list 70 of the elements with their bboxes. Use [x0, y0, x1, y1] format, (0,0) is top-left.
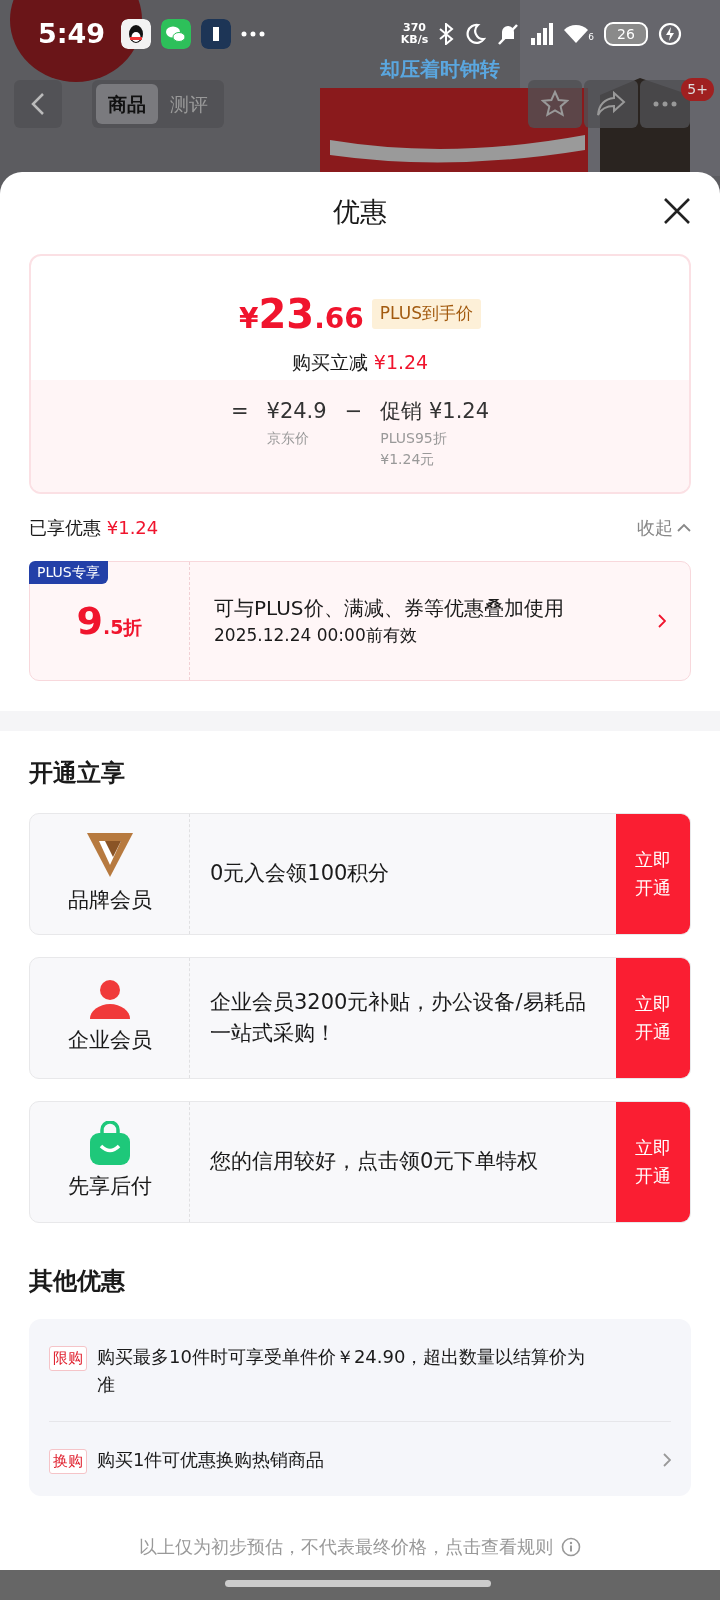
coupon-title: 可与PLUS价、满减、券等优惠叠加使用	[214, 595, 565, 623]
sheet-title: 优惠	[332, 195, 388, 229]
more-icon	[653, 101, 677, 107]
promo-amount: ¥1.24	[428, 399, 490, 423]
penguin-app-icon	[121, 19, 152, 49]
membership-offer: 您的信用较好，点击领0元下单特权	[210, 1148, 539, 1176]
base-price: ¥24.9	[266, 398, 327, 425]
more-notifications-icon	[241, 31, 266, 37]
plus-exclusive-tag: PLUS专享	[29, 561, 108, 584]
coupon-validity: 2025.12.24 00:00前有效	[214, 624, 418, 648]
battery-level: 26	[604, 22, 648, 46]
section-title: 其他优惠	[29, 1266, 126, 1297]
plus-price: ¥23.66	[239, 290, 364, 339]
shopping-bag-icon	[88, 1121, 131, 1166]
chevron-icon	[658, 614, 666, 628]
discount-value: 9.5折	[76, 597, 143, 645]
promo-label: 促销	[380, 399, 423, 423]
reduce-amount: ¥1.24	[373, 351, 429, 373]
more-button[interactable]	[640, 80, 690, 128]
activate-button[interactable]: 立即开通	[616, 1102, 690, 1222]
equals-sign: =	[230, 398, 249, 425]
chat-app-icon	[161, 19, 192, 49]
share-button[interactable]	[584, 80, 638, 128]
share-icon	[596, 91, 626, 117]
tab[interactable]: 商品	[96, 83, 158, 125]
plus-coupon-card[interactable]: PLUS专享 9.5折 可与PLUS价、满减、券等优惠叠加使用 2025.12.24 00:00前有效	[29, 561, 691, 681]
enjoyed-amount: ¥1.24	[106, 517, 159, 538]
collapse-button[interactable]: 收起	[637, 514, 691, 541]
base-price-label: 京东价	[266, 428, 310, 448]
offer-text: 购买1件可优惠换购热销商品	[97, 1447, 326, 1472]
close-button[interactable]	[662, 196, 692, 226]
bluetooth-icon	[438, 23, 455, 45]
offer-tag: 限购	[49, 1346, 87, 1372]
chevron-icon[interactable]	[663, 1452, 671, 1467]
back-icon	[31, 92, 45, 116]
wifi-icon	[564, 24, 589, 44]
activate-button[interactable]: 立即开通	[616, 814, 690, 934]
membership-name: 企业会员	[67, 1027, 152, 1055]
tab[interactable]: 测评	[158, 83, 220, 125]
favorite-star-button[interactable]	[528, 80, 582, 128]
wifi-label: 6	[588, 30, 594, 44]
offer-text: 购买最多10件时可享受单件价￥24.90，超出数量以结算价为准	[97, 1345, 587, 1397]
moon-icon	[464, 23, 487, 45]
muted-bell-icon	[496, 22, 521, 46]
network-speed: 370 KB/s	[400, 22, 429, 46]
offer-tag: 换购	[49, 1448, 87, 1475]
price-tag: PLUS到手价	[371, 299, 481, 329]
app-icon	[201, 19, 232, 49]
star-icon	[541, 90, 569, 118]
promo-note: PLUS95折	[380, 428, 448, 448]
minus-sign: −	[344, 398, 363, 425]
section-title: 开通立享	[29, 758, 126, 789]
promo-note: ¥1.24元	[380, 449, 436, 469]
caret-icon	[677, 523, 691, 532]
charging-icon	[658, 22, 682, 46]
signal-icon	[530, 23, 555, 45]
activate-button[interactable]: 立即开通	[616, 958, 690, 1078]
reduce-label: 购买立减	[291, 351, 368, 373]
close-icon	[662, 196, 692, 226]
membership-name: 品牌会员	[67, 887, 152, 915]
disclaimer-text[interactable]: 以上仅为初步预估，不代表最终价格，点击查看规则	[139, 1533, 553, 1560]
status-time: 5:49	[38, 16, 106, 51]
membership-offer: 企业会员3200元补贴，办公设备/易耗品一站式采购！	[210, 988, 587, 1047]
back-button[interactable]	[14, 80, 62, 128]
person-icon	[87, 979, 132, 1020]
membership-name: 先享后付	[67, 1173, 152, 1201]
enjoyed-label: 已享优惠	[29, 517, 101, 538]
floating-lyric: 却压着时钟转	[380, 56, 500, 83]
membership-offer: 0元入会领100积分	[210, 860, 390, 888]
info-icon[interactable]	[561, 1536, 581, 1557]
